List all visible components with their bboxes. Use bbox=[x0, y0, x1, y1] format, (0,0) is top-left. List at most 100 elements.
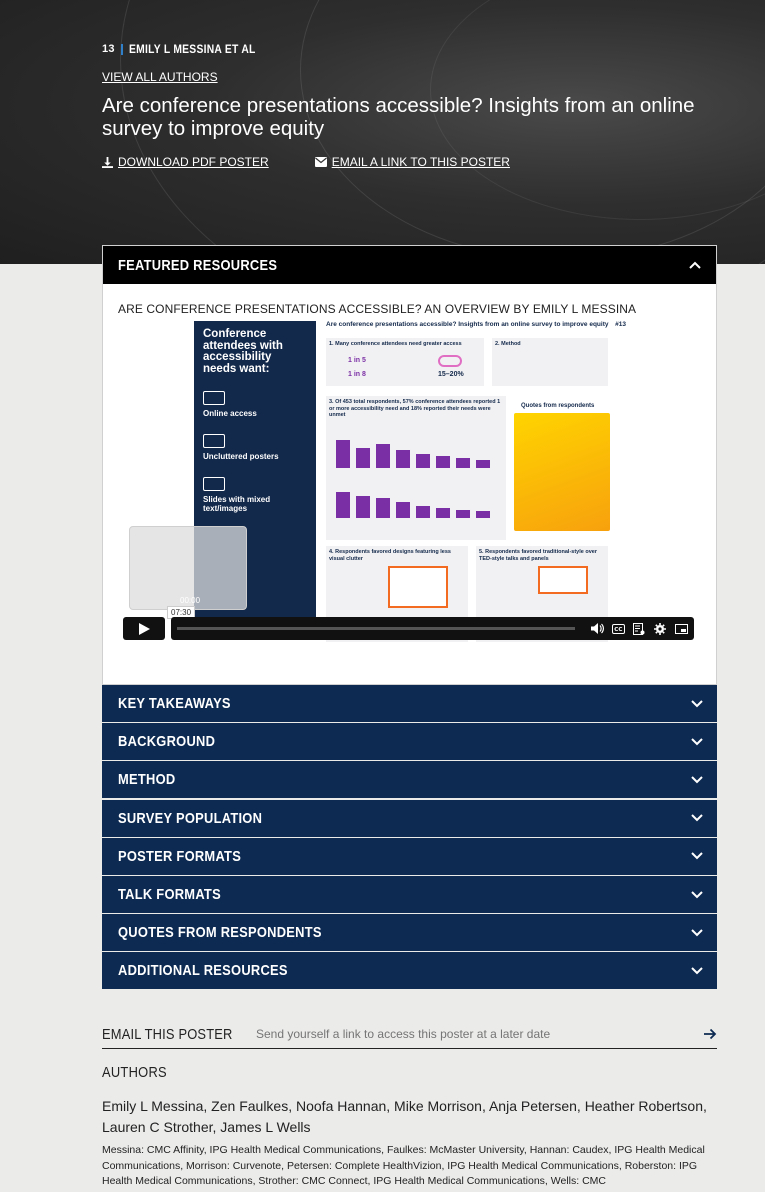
video-controls: CC bbox=[123, 617, 694, 640]
poster-preview-title: Are conference presentations accessible?… bbox=[326, 321, 609, 328]
quotes-box bbox=[514, 413, 610, 531]
email-input[interactable] bbox=[256, 1027, 703, 1041]
poster-bar bbox=[476, 460, 490, 468]
chevron-down-icon[interactable] bbox=[691, 699, 703, 708]
accordion-item-label: SURVEY POPULATION bbox=[118, 809, 263, 827]
poster-bar bbox=[436, 456, 450, 468]
video-progress-bar[interactable] bbox=[177, 627, 575, 630]
accordion-item[interactable]: TALK FORMATS bbox=[102, 876, 717, 913]
email-this-poster-label: EMAIL THIS POSTER bbox=[102, 1026, 256, 1043]
poster-bar bbox=[376, 498, 390, 518]
poster-section-label: 4. Respondents favored designs featuring… bbox=[329, 549, 451, 562]
email-label-text: EMAIL THIS POSTER bbox=[102, 1025, 233, 1043]
thumb-time: 00:00 bbox=[180, 596, 201, 605]
poster-feature-item: Online access bbox=[203, 391, 307, 418]
accordion-item[interactable]: BACKGROUND bbox=[102, 723, 717, 761]
poster-section-label: 1. Many conference attendees need greate… bbox=[329, 341, 462, 347]
email-poster-row: EMAIL THIS POSTER bbox=[102, 1020, 717, 1049]
chevron-down-icon[interactable] bbox=[691, 852, 703, 860]
poster-headline: Conference attendees with accessibility … bbox=[203, 328, 283, 375]
poster-section-2: 2. Method bbox=[492, 338, 608, 386]
email-link-link[interactable]: EMAIL A LINK TO THIS POSTER bbox=[314, 155, 510, 169]
poster-section-label: 3. Of 453 total respondents, 57% confere… bbox=[329, 399, 501, 418]
slides-icon bbox=[203, 477, 225, 491]
poster-stat: 15–20% bbox=[438, 371, 464, 378]
chevron-down-icon[interactable] bbox=[691, 737, 703, 746]
settings-gear-icon[interactable] bbox=[653, 622, 667, 636]
poster-bar bbox=[396, 450, 410, 468]
picture-in-picture-icon[interactable] bbox=[674, 622, 688, 636]
accordion-item-label: QUOTES FROM RESPONDENTS bbox=[118, 924, 322, 942]
poster-bar bbox=[336, 440, 350, 468]
accordion-item[interactable]: QUOTES FROM RESPONDENTS bbox=[102, 914, 717, 952]
play-button[interactable] bbox=[123, 617, 165, 640]
view-all-authors-link[interactable]: VIEW ALL AUTHORS bbox=[102, 70, 218, 84]
poster-bar bbox=[396, 502, 410, 518]
poster-bar bbox=[456, 510, 470, 518]
poster-bar bbox=[336, 492, 350, 518]
chevron-down-icon[interactable] bbox=[691, 928, 703, 937]
arrow-right-icon[interactable] bbox=[703, 1027, 717, 1041]
download-icon bbox=[102, 156, 113, 168]
poster-bar bbox=[436, 508, 450, 518]
poster-title: Are conference presentations accessible?… bbox=[102, 94, 695, 140]
authors-heading-text: AUTHORS bbox=[102, 1064, 167, 1081]
poster-bar-chart bbox=[336, 488, 496, 518]
poster-bar bbox=[456, 458, 470, 468]
accordion-item-label: POSTER FORMATS bbox=[118, 847, 242, 865]
scrub-preview-thumbnail: 00:00 bbox=[129, 526, 247, 610]
authors-heading: AUTHORS bbox=[102, 1064, 177, 1081]
svg-text:CC: CC bbox=[614, 627, 622, 633]
chevron-up-icon[interactable] bbox=[689, 261, 701, 269]
accordion-item[interactable]: SURVEY POPULATION bbox=[102, 799, 717, 837]
resource-title: ARE CONFERENCE PRESENTATIONS ACCESSIBLE?… bbox=[118, 302, 637, 316]
envelope-icon bbox=[314, 157, 327, 167]
quotes-heading: Quotes from respondents bbox=[521, 403, 595, 409]
poster-bar bbox=[476, 511, 490, 518]
chevron-down-icon[interactable] bbox=[691, 776, 703, 784]
meta-separator bbox=[120, 43, 123, 55]
download-pdf-link[interactable]: DOWNLOAD PDF POSTER bbox=[102, 155, 269, 169]
volume-icon[interactable] bbox=[590, 622, 604, 636]
chevron-down-icon[interactable] bbox=[691, 967, 703, 975]
poster-section-label: 2. Method bbox=[495, 341, 521, 347]
poster-bar bbox=[416, 506, 430, 518]
author-short: EMILY L MESSINA ET AL bbox=[128, 42, 256, 56]
poster-number: 13 bbox=[102, 43, 115, 55]
accordion-item[interactable]: KEY TAKEAWAYS bbox=[102, 685, 717, 722]
chevron-down-icon[interactable] bbox=[691, 814, 703, 822]
poster-bar-chart bbox=[336, 436, 496, 468]
accordion-item[interactable]: METHOD bbox=[102, 761, 717, 799]
video-player[interactable]: Conference attendees with accessibility … bbox=[119, 316, 701, 671]
featured-resources-title: FEATURED RESOURCES bbox=[118, 256, 278, 274]
poster-section-1: 1. Many conference attendees need greate… bbox=[326, 338, 484, 386]
author-names: Emily L Messina, Zen Faulkes, Noofa Hann… bbox=[102, 1098, 707, 1135]
poster-preview-number: #13 bbox=[615, 321, 626, 328]
poster-bar bbox=[356, 448, 370, 468]
poster-feature-label: Uncluttered posters bbox=[203, 452, 279, 461]
infinity-icon bbox=[438, 355, 462, 367]
accordion-item[interactable]: ADDITIONAL RESOURCES bbox=[102, 952, 717, 990]
control-bar: CC bbox=[171, 617, 694, 640]
accordion-item-label: ADDITIONAL RESOURCES bbox=[118, 962, 288, 980]
featured-resources-panel: FEATURED RESOURCES ARE CONFERENCE PRESEN… bbox=[102, 245, 717, 685]
poster-preview-right: Are conference presentations accessible?… bbox=[326, 321, 626, 642]
accordion-item[interactable]: POSTER FORMATS bbox=[102, 837, 717, 875]
poster-bar bbox=[416, 454, 430, 468]
chevron-down-icon[interactable] bbox=[691, 890, 703, 899]
featured-resources-header[interactable]: FEATURED RESOURCES bbox=[103, 246, 716, 284]
poster-preview-header: Are conference presentations accessible?… bbox=[326, 321, 626, 328]
poster-icon bbox=[203, 434, 225, 448]
poster-bar bbox=[356, 496, 370, 518]
captions-icon[interactable]: CC bbox=[611, 622, 625, 636]
poster-feature-item: Slides with mixed text/images bbox=[203, 477, 307, 513]
accordion-item-label: METHOD bbox=[118, 771, 176, 789]
poster-bar bbox=[376, 444, 390, 468]
poster-stat: 1 in 8 bbox=[348, 371, 366, 378]
poster-section-label: 5. Respondents favored traditional-style… bbox=[479, 549, 597, 562]
poster-thumbnail bbox=[388, 566, 448, 608]
transcript-icon[interactable] bbox=[632, 622, 646, 636]
poster-feature-label: Slides with mixed text/images bbox=[203, 495, 271, 513]
poster-feature-item: Uncluttered posters bbox=[203, 434, 307, 461]
poster-section-3: 3. Of 453 total respondents, 57% confere… bbox=[326, 396, 506, 540]
